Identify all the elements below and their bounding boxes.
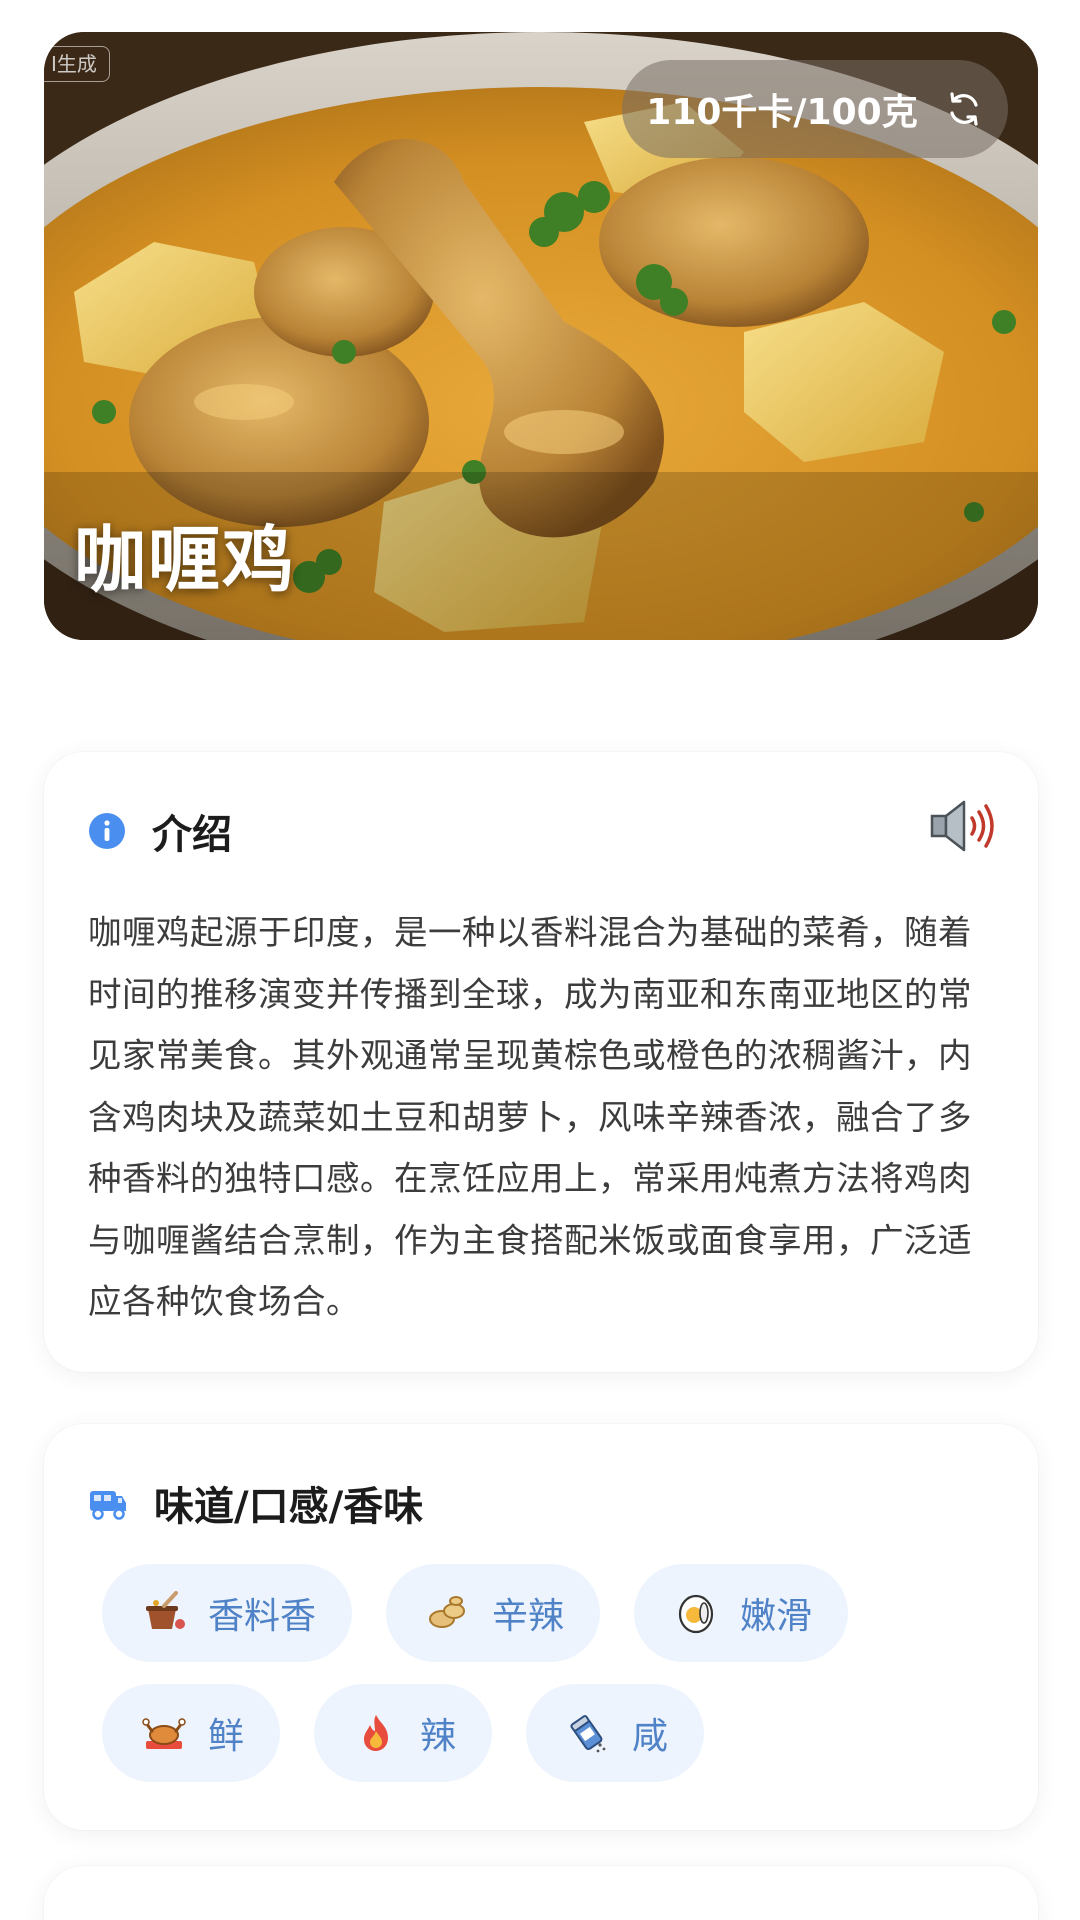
calorie-value: 110千卡/100克 — [646, 92, 918, 133]
info-icon — [89, 813, 125, 849]
food-truck-icon — [90, 1491, 126, 1520]
refresh-icon — [950, 92, 978, 126]
calorie-toggle-button[interactable]: 110千卡/100克 — [622, 60, 1008, 158]
taste-tag-list: 香料香 辛辣 嫩滑 鲜 辣 咸 — [102, 1564, 982, 1782]
spice-pot-icon — [146, 1591, 185, 1629]
hero-banner: I生成 110千卡/100克 咖喱鸡 — [44, 32, 1038, 640]
intro-header: 介绍 — [88, 802, 232, 860]
egg-icon — [678, 1594, 714, 1634]
taste-tag-label: 咸 — [632, 1716, 669, 1757]
taste-tag[interactable]: 辣 — [314, 1684, 493, 1782]
next-card — [44, 1866, 1038, 1920]
taste-tag-label: 香料香 — [208, 1596, 317, 1637]
ai-generated-tag: I生成 — [44, 46, 110, 82]
taste-tag-label: 辣 — [420, 1716, 457, 1757]
salt-shaker-icon — [570, 1715, 606, 1753]
fire-icon — [364, 1715, 389, 1751]
ginger-icon — [429, 1596, 466, 1628]
taste-card: 味道/口感/香味 香料香 辛辣 嫩滑 鲜 辣 咸 — [44, 1424, 1038, 1830]
taste-tag[interactable]: 香料香 — [102, 1564, 353, 1662]
taste-tag[interactable]: 嫩滑 — [634, 1564, 849, 1662]
taste-header: 味道/口感/香味 — [88, 1474, 423, 1532]
taste-tag[interactable]: 辛辣 — [386, 1564, 601, 1662]
taste-tag-label: 嫩滑 — [740, 1596, 813, 1637]
intro-title: 介绍 — [152, 812, 232, 858]
taste-tag[interactable]: 咸 — [526, 1684, 705, 1782]
taste-tag-label: 鲜 — [208, 1716, 245, 1757]
dish-title: 咖喱鸡 — [74, 518, 297, 602]
taste-tag-label: 辛辣 — [492, 1596, 565, 1637]
taste-title: 味道/口感/香味 — [154, 1484, 424, 1530]
intro-description: 咖喱鸡起源于印度，是一种以香料混合为基础的菜肴，随着时间的推移演变并传播到全球，… — [88, 913, 972, 1321]
intro-card: 介绍 咖喱鸡起源于印度，是一种以香料混合为基础的菜肴，随着时间的推移演变并传播到… — [44, 752, 1038, 1372]
roast-chicken-icon — [142, 1718, 186, 1749]
speaker-icon[interactable] — [928, 796, 998, 856]
taste-tag[interactable]: 鲜 — [102, 1684, 281, 1782]
